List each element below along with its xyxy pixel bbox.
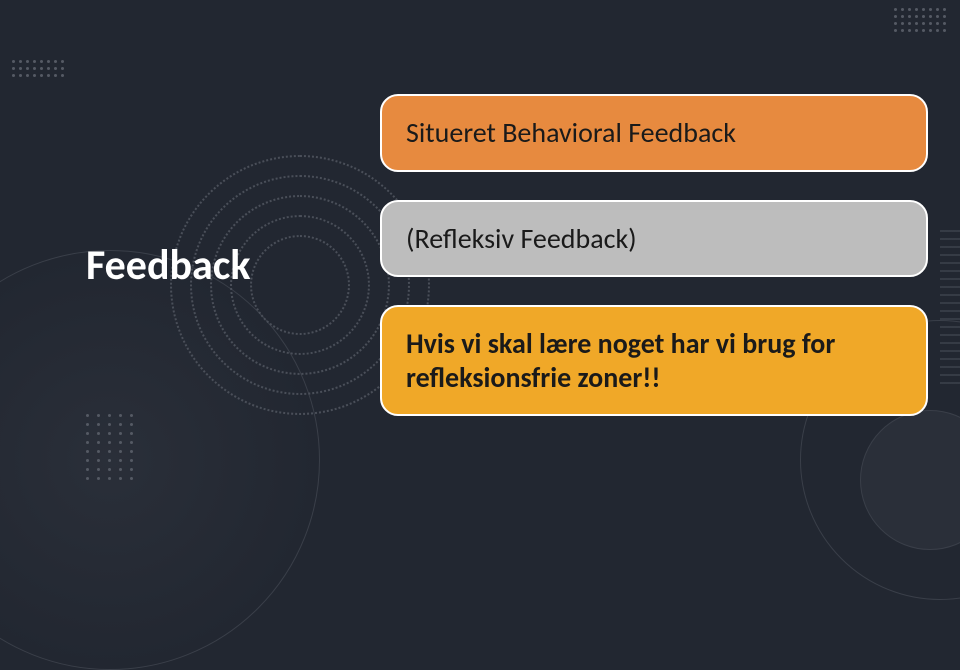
card-reflective-feedback: (Refleksiv Feedback) <box>380 200 928 278</box>
card-reflection-free-zones: Hvis vi skal lære noget har vi brug for … <box>380 305 928 416</box>
bg-dots-top-left <box>12 60 64 77</box>
bg-dots-top-right <box>894 8 946 32</box>
slide-heading: Feedback <box>86 240 251 291</box>
bg-dots-bottom-left <box>86 414 133 480</box>
bg-stripes-right <box>940 230 960 390</box>
card-situated-feedback: Situeret Behavioral Feedback <box>380 94 928 172</box>
card-stack: Situeret Behavioral Feedback (Refleksiv … <box>380 94 928 416</box>
